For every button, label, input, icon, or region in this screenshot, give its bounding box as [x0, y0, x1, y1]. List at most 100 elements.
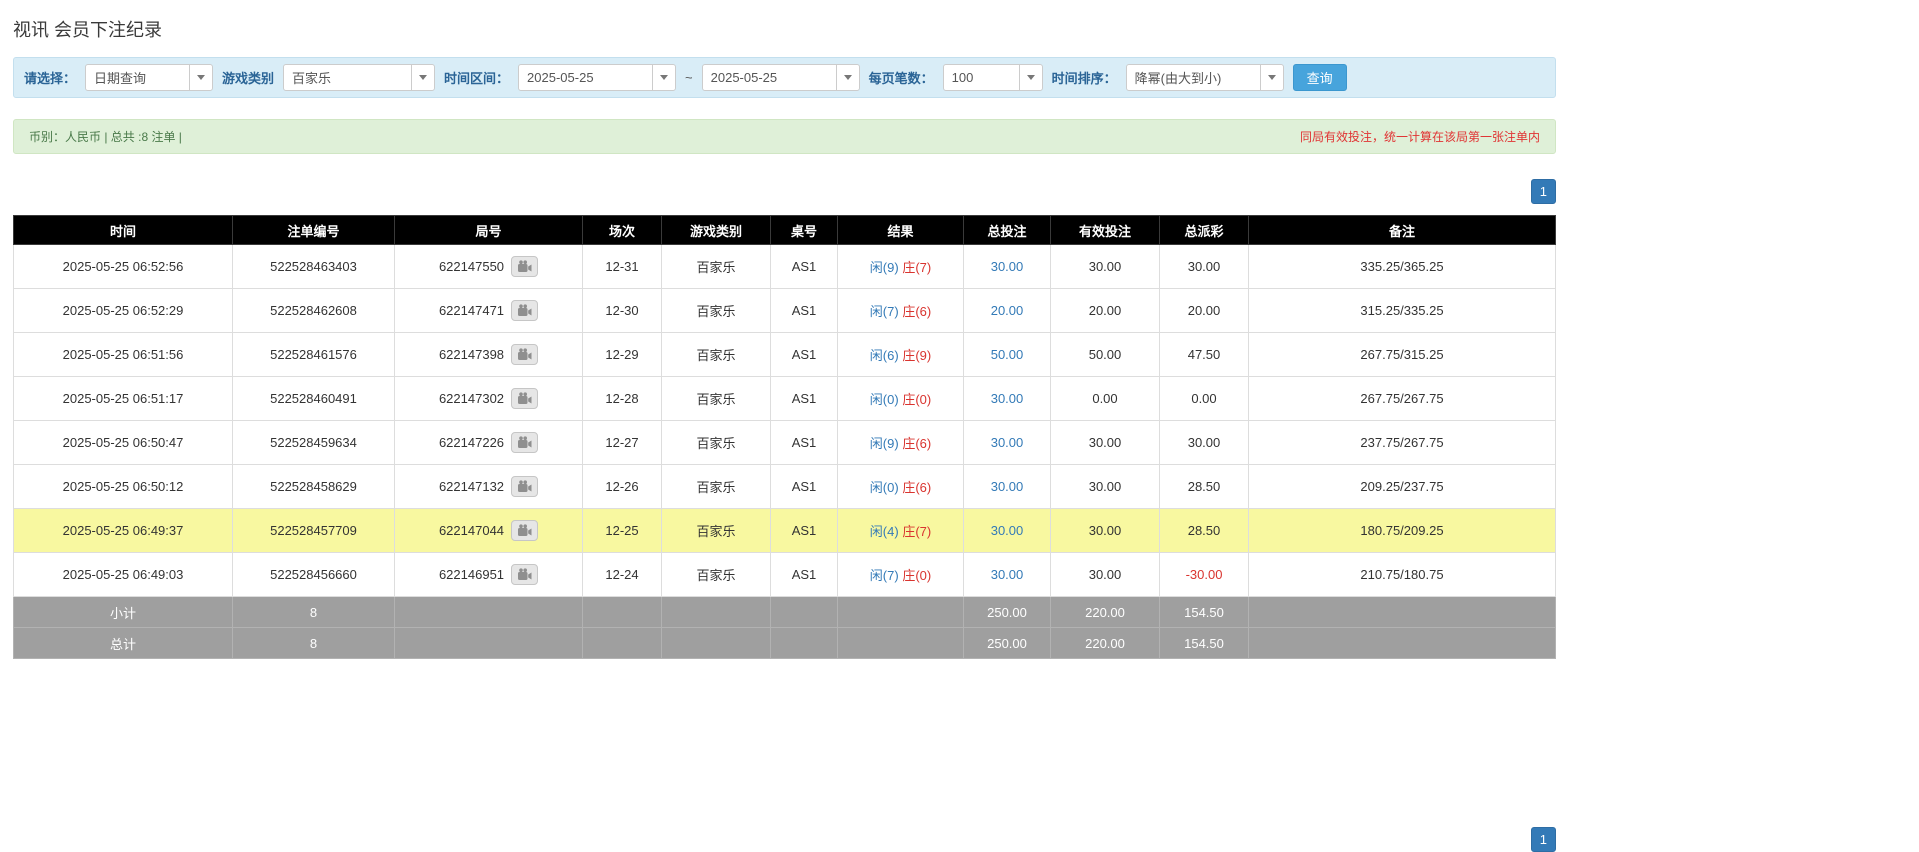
- bet-number-cell: 522528457709: [233, 509, 395, 553]
- chevron-down-icon[interactable]: [189, 65, 212, 90]
- session-cell: 12-25: [583, 509, 662, 553]
- result-cell: 闲(4) 庄(7): [838, 509, 964, 553]
- chevron-down-icon[interactable]: [1260, 65, 1283, 90]
- col-header-game-type: 游戏类别: [662, 216, 771, 245]
- col-header-note: 备注: [1249, 216, 1556, 245]
- bet-number-cell: 522528460491: [233, 377, 395, 421]
- time-value: 2025-05-25 06:50:12: [63, 479, 184, 494]
- total-bet-link[interactable]: 30.00: [991, 391, 1024, 406]
- table-number-cell: AS1: [771, 377, 838, 421]
- video-replay-icon[interactable]: [511, 432, 538, 453]
- result-banker: 庄(0): [902, 568, 931, 583]
- round-number-value: 622147471: [439, 303, 504, 318]
- footer-empty-cell: [662, 628, 771, 659]
- search-button[interactable]: 查询: [1293, 64, 1347, 91]
- bet-number-value: 522528462608: [270, 303, 357, 318]
- total-bet-link[interactable]: 30.00: [991, 567, 1024, 582]
- time-value: 2025-05-25 06:52:29: [63, 303, 184, 318]
- footer-label-cell: 总计: [14, 628, 233, 659]
- time-cell: 2025-05-25 06:51:56: [14, 333, 233, 377]
- video-replay-icon[interactable]: [511, 520, 538, 541]
- session-value: 12-31: [605, 259, 638, 274]
- payout-cell: 30.00: [1160, 245, 1249, 289]
- video-replay-icon[interactable]: [511, 344, 538, 365]
- total-bet-link[interactable]: 30.00: [991, 479, 1024, 494]
- bet-number-cell: 522528458629: [233, 465, 395, 509]
- game-type-cell: 百家乐: [662, 245, 771, 289]
- result-cell: 闲(9) 庄(7): [838, 245, 964, 289]
- session-value: 12-30: [605, 303, 638, 318]
- total-bet-link[interactable]: 30.00: [991, 435, 1024, 450]
- note-value: 209.25/237.75: [1360, 479, 1443, 494]
- note-cell: 335.25/365.25: [1249, 245, 1556, 289]
- sort-select[interactable]: 降幂(由大到小): [1126, 64, 1284, 91]
- table-number-cell: AS1: [771, 509, 838, 553]
- total-bet-link[interactable]: 50.00: [991, 347, 1024, 362]
- col-header-time: 时间: [14, 216, 233, 245]
- total-bet-link[interactable]: 30.00: [991, 259, 1024, 274]
- chevron-down-icon[interactable]: [411, 65, 434, 90]
- note-cell: 267.75/315.25: [1249, 333, 1556, 377]
- result-player: 闲(9): [870, 260, 899, 275]
- round-number-cell: 622147550: [395, 245, 583, 289]
- chevron-down-icon[interactable]: [1019, 65, 1042, 90]
- game-type-value: 百家乐: [696, 304, 735, 319]
- valid-bet-cell: 20.00: [1051, 289, 1160, 333]
- time-value: 2025-05-25 06:51:17: [63, 391, 184, 406]
- time-cell: 2025-05-25 06:50:12: [14, 465, 233, 509]
- valid-bet-cell: 30.00: [1051, 509, 1160, 553]
- video-replay-icon[interactable]: [511, 300, 538, 321]
- page-button-1[interactable]: 1: [1531, 179, 1556, 204]
- date-from-select[interactable]: 2025-05-25: [518, 64, 676, 91]
- result-banker: 庄(7): [902, 260, 931, 275]
- table-number-value: AS1: [792, 259, 817, 274]
- page-button-1-bottom[interactable]: 1: [1531, 827, 1556, 852]
- table-row: 2025-05-25 06:51:56522528461576622147398…: [14, 333, 1556, 377]
- result-banker: 庄(9): [902, 348, 931, 363]
- table-number-cell: AS1: [771, 553, 838, 597]
- date-to-select[interactable]: 2025-05-25: [702, 64, 860, 91]
- total-bet-cell: 30.00: [964, 421, 1051, 465]
- query-type-select[interactable]: 日期查询: [85, 64, 213, 91]
- page-size-select[interactable]: 100: [943, 64, 1043, 91]
- summary-bar: 币别：人民币 | 总共 :8 注单 | 同局有效投注，统一计算在该局第一张注单内: [13, 119, 1556, 154]
- video-replay-icon[interactable]: [511, 476, 538, 497]
- round-number-value: 622147550: [439, 259, 504, 274]
- chevron-down-icon[interactable]: [652, 65, 675, 90]
- round-number-value: 622147226: [439, 435, 504, 450]
- session-value: 12-24: [605, 567, 638, 582]
- table-number-value: AS1: [792, 347, 817, 362]
- video-replay-icon[interactable]: [511, 256, 538, 277]
- total-bet-link[interactable]: 30.00: [991, 523, 1024, 538]
- time-value: 2025-05-25 06:50:47: [63, 435, 184, 450]
- bet-number-value: 522528461576: [270, 347, 357, 362]
- time-value: 2025-05-25 06:52:56: [63, 259, 184, 274]
- col-header-result: 结果: [838, 216, 964, 245]
- table-number-cell: AS1: [771, 421, 838, 465]
- valid-bet-cell: 30.00: [1051, 245, 1160, 289]
- total-bet-cell: 50.00: [964, 333, 1051, 377]
- session-value: 12-26: [605, 479, 638, 494]
- video-replay-icon[interactable]: [511, 388, 538, 409]
- time-cell: 2025-05-25 06:51:17: [14, 377, 233, 421]
- col-header-session: 场次: [583, 216, 662, 245]
- game-type-select[interactable]: 百家乐: [283, 64, 435, 91]
- result-player: 闲(6): [870, 348, 899, 363]
- chevron-down-icon[interactable]: [836, 65, 859, 90]
- result-cell: 闲(7) 庄(0): [838, 553, 964, 597]
- payout-value: 28.50: [1188, 479, 1221, 494]
- payout-value: 20.00: [1188, 303, 1221, 318]
- valid-bet-value: 30.00: [1089, 567, 1122, 582]
- table-row: 2025-05-25 06:52:56522528463403622147550…: [14, 245, 1556, 289]
- result-cell: 闲(6) 庄(9): [838, 333, 964, 377]
- footer-payout-cell: 154.50: [1160, 597, 1249, 628]
- table-number-cell: AS1: [771, 245, 838, 289]
- video-replay-icon[interactable]: [511, 564, 538, 585]
- result-banker: 庄(6): [902, 304, 931, 319]
- time-cell: 2025-05-25 06:52:29: [14, 289, 233, 333]
- total-bet-link[interactable]: 20.00: [991, 303, 1024, 318]
- note-cell: 267.75/267.75: [1249, 377, 1556, 421]
- result-banker: 庄(0): [902, 392, 931, 407]
- time-value: 2025-05-25 06:49:03: [63, 567, 184, 582]
- table-row: 2025-05-25 06:51:17522528460491622147302…: [14, 377, 1556, 421]
